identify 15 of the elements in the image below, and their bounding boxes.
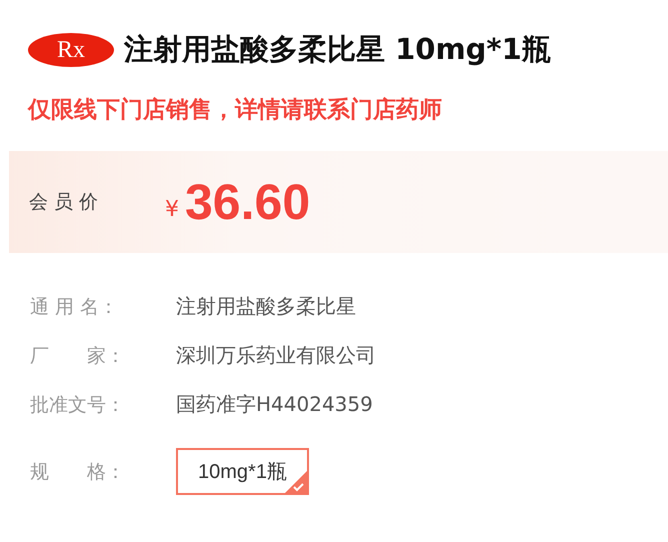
detail-value: 国药准字H44024359 xyxy=(176,391,373,418)
detail-label: 厂 家： xyxy=(30,344,126,368)
price-amount: 36.60 xyxy=(185,173,310,231)
detail-value: 注射用盐酸多柔比星 xyxy=(176,293,356,320)
price-label: 会 员 价 xyxy=(29,190,100,215)
product-title: 注射用盐酸多柔比星 10mg*1瓶 xyxy=(124,31,551,68)
detail-label: 通 用 名： xyxy=(30,294,120,320)
detail-value: 深圳万乐药业有限公司 xyxy=(176,342,376,369)
spec-option[interactable]: 10mg*1瓶 xyxy=(176,448,309,495)
sale-notice: 仅限线下门店销售，详情请联系门店药师 xyxy=(26,96,443,125)
spec-label: 规 格： xyxy=(30,460,126,484)
rx-badge: Rx xyxy=(28,33,114,67)
detail-label: 批准文号： xyxy=(30,392,126,418)
check-icon xyxy=(284,471,307,493)
currency-symbol: ¥ xyxy=(165,196,179,222)
